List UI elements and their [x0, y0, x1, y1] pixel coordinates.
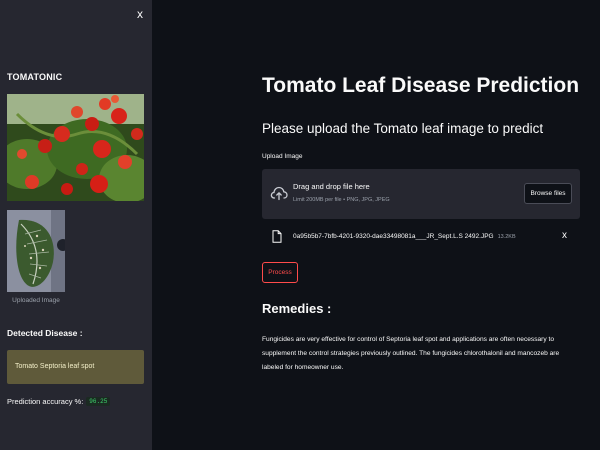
- file-size: 13.2KB: [497, 234, 516, 240]
- file-dropzone[interactable]: Drag and drop file here Limit 200MB per …: [262, 169, 580, 219]
- detected-disease-value: Tomato Septoria leaf spot: [15, 363, 95, 370]
- file-name-text: 0a95b5b7-7bfb-4201-9320-dae33498081a___J…: [293, 233, 494, 240]
- uploaded-file-name: 0a95b5b7-7bfb-4201-9320-dae33498081a___J…: [293, 233, 516, 240]
- cloud-upload-icon: [270, 186, 288, 201]
- page-title: Tomato Leaf Disease Prediction: [262, 74, 580, 97]
- prediction-accuracy: Prediction accuracy %: 96.25: [7, 397, 111, 406]
- sidebar-brand: TOMATONIC: [7, 72, 63, 82]
- sidebar: x TOMATONIC Uploaded Image Detected Dise…: [0, 0, 152, 450]
- page-subtitle: Please upload the Tomato leaf image to p…: [262, 121, 544, 136]
- remove-file-close-icon[interactable]: x: [562, 230, 567, 241]
- accuracy-value: 96.25: [86, 397, 111, 406]
- accuracy-label: Prediction accuracy %:: [7, 397, 84, 406]
- process-button[interactable]: Process: [262, 262, 298, 283]
- tomato-plant-image: [7, 94, 144, 201]
- dropzone-instructions: Drag and drop file here: [293, 182, 370, 191]
- uploaded-image-caption: Uploaded Image: [12, 297, 60, 304]
- uploaded-leaf-image: [7, 210, 65, 292]
- browse-files-button[interactable]: Browse files: [524, 183, 572, 204]
- detected-disease-box: Tomato Septoria leaf spot: [7, 350, 144, 384]
- dropzone-limit: Limit 200MB per file • PNG, JPG, JPEG: [293, 197, 390, 203]
- upload-image-label: Upload Image: [262, 153, 303, 160]
- remedies-text: Fungicides are very effective for contro…: [262, 336, 560, 371]
- sidebar-close-icon[interactable]: x: [133, 7, 147, 21]
- uploaded-file-row: 0a95b5b7-7bfb-4201-9320-dae33498081a___J…: [262, 228, 580, 246]
- file-icon: [272, 230, 282, 243]
- detected-disease-label: Detected Disease :: [7, 328, 83, 338]
- remedies-heading: Remedies :: [262, 301, 332, 316]
